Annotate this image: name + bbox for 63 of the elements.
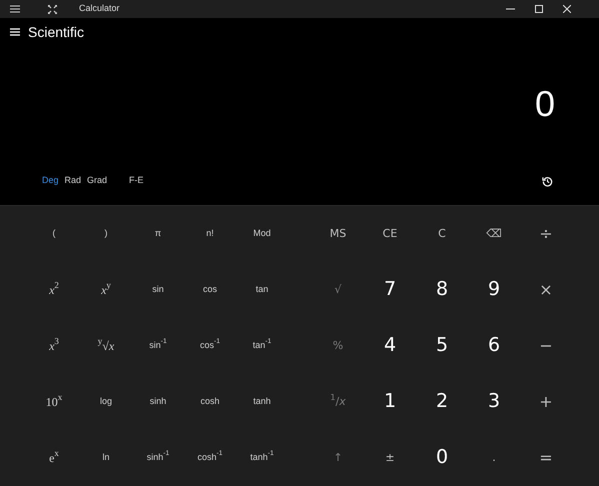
calculator-key[interactable]: sin [132,262,184,317]
calculator-key[interactable]: π [132,206,184,261]
calculator-key[interactable]: cosh$^{-1}$ [184,430,236,485]
calculator-key[interactable]: $^{y}$√x [80,318,132,373]
menu-icon[interactable] [10,5,20,13]
minimize-icon[interactable] [506,8,515,10]
calculator-key[interactable]: 2 [416,374,468,429]
angle-mode-button[interactable]: Deg [42,174,59,188]
calculator-key[interactable]: CE [364,206,416,261]
calculator-key[interactable]: tanh$^{-1}$ [236,430,288,485]
calculator-key[interactable]: tanh [236,374,288,429]
window-title: Calculator [79,2,120,16]
fe-toggle[interactable]: F-E [127,174,146,188]
calculator-key[interactable]: x$^{3}$ [28,318,80,373]
calculator-key[interactable]: C [416,206,468,261]
calculator-key[interactable]: log [80,374,132,429]
calculator-key[interactable]: cos$^{-1}$ [184,318,236,373]
calculator-key[interactable]: + [520,374,572,429]
calculator-key[interactable]: cosh [184,374,236,429]
calculator-key[interactable]: 0 [416,430,468,485]
calculator-key[interactable]: % [312,318,364,373]
calculator-key[interactable]: x$^{y}$ [80,262,132,317]
calculator-key[interactable]: sinh$^{-1}$ [132,430,184,485]
calculator-key[interactable]: n! [184,206,236,261]
display-value: 0 [534,86,555,122]
calculator-key[interactable]: 10$^{x}$ [28,374,80,429]
expand-icon[interactable] [48,4,57,14]
calculator-key[interactable]: ÷ [520,206,572,261]
calculator-key[interactable]: . [468,430,520,485]
calculator-key[interactable]: × [520,262,572,317]
calculator-key[interactable]: sinh [132,374,184,429]
calculator-key[interactable]: sin$^{-1}$ [132,318,184,373]
maximize-icon[interactable] [535,5,543,13]
calculator-key[interactable]: 7 [364,262,416,317]
close-icon[interactable] [563,5,571,13]
calculator-key[interactable]: 6 [468,318,520,373]
calculator-key[interactable]: 3 [468,374,520,429]
mode-title: Scientific [28,22,84,42]
calculator-key[interactable]: ) [80,206,132,261]
calculator-key[interactable]: = [520,430,572,485]
calculator-key[interactable]: MS [312,206,364,261]
history-icon[interactable] [542,176,553,186]
calculator-key[interactable]: ± [364,430,416,485]
calculator-key[interactable]: − [520,318,572,373]
calculator-key[interactable]: ⌫ [468,206,520,261]
calculator-key[interactable]: √ [312,262,364,317]
calculator-key[interactable]: cos [184,262,236,317]
calculator-key[interactable]: e$^{x}$ [28,430,80,485]
angle-mode-button[interactable]: Rad [64,174,82,188]
calculator-key[interactable]: tan [236,262,288,317]
calculator-key[interactable]: ln [80,430,132,485]
calculator-key[interactable]: ( [28,206,80,261]
calculator-key[interactable]: 4 [364,318,416,373]
calculator-key[interactable]: Mod [236,206,288,261]
calculator-key[interactable]: 5 [416,318,468,373]
calculator-key[interactable]: 1 [364,374,416,429]
calculator-key[interactable]: $^{1}$/x [312,374,364,429]
calculator-key[interactable]: 9 [468,262,520,317]
calculator-key[interactable]: x$^{2}$ [28,262,80,317]
calculator-key[interactable]: 8 [416,262,468,317]
angle-mode-button[interactable]: Grad [87,174,108,188]
calculator-key[interactable]: ↑ [312,430,364,485]
calculator-key[interactable]: tan$^{-1}$ [236,318,288,373]
